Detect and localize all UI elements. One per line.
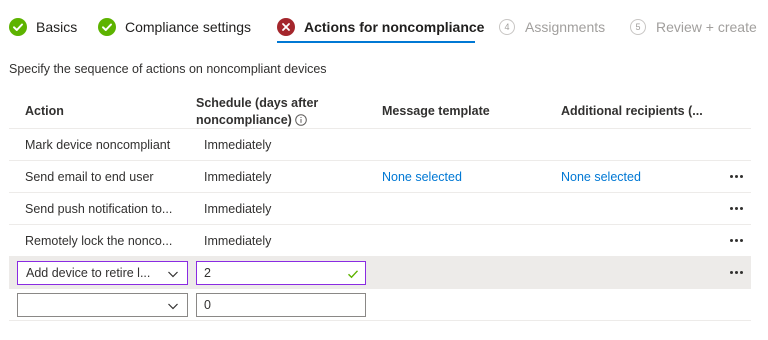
active-step-underline: [277, 41, 475, 43]
schedule-cell: Immediately: [204, 201, 272, 216]
checkmark-icon: [348, 270, 359, 279]
action-dropdown[interactable]: Add device to retire l...: [17, 261, 188, 285]
step-number: 5: [630, 19, 646, 35]
step-basics[interactable]: Basics: [9, 16, 77, 38]
table-row: Remotely lock the nonco... Immediately: [9, 225, 751, 257]
column-header-schedule: Schedule (days after noncompliance): [196, 95, 318, 129]
table-row: Send push notification to... Immediately: [9, 193, 751, 225]
step-assignments[interactable]: 4 Assignments: [499, 16, 605, 38]
schedule-days-input[interactable]: 2: [196, 261, 366, 285]
step-actions-for-noncompliance[interactable]: Actions for noncompliance: [277, 16, 484, 38]
column-header-additional-recipients: Additional recipients (...: [561, 104, 703, 118]
schedule-cell: Immediately: [204, 137, 272, 152]
table-row: Send email to end user Immediately None …: [9, 161, 751, 193]
step-label: Compliance settings: [125, 19, 252, 35]
step-review-create[interactable]: 5 Review + create: [630, 16, 757, 38]
table-row: Mark device noncompliant Immediately: [9, 129, 751, 161]
chevron-down-icon: [168, 303, 178, 310]
more-ellipsis-icon[interactable]: [725, 225, 747, 256]
schedule-days-input[interactable]: 0: [196, 293, 366, 317]
schedule-cell: Immediately: [204, 169, 272, 184]
step-label: Basics: [36, 19, 78, 35]
check-circle-icon: [9, 18, 27, 36]
action-dropdown-value: Add device to retire l...: [26, 266, 151, 280]
page-description: Specify the sequence of actions on nonco…: [9, 62, 327, 76]
step-label: Assignments: [525, 19, 606, 35]
step-label: Actions for noncompliance: [304, 19, 485, 35]
table-row-new: 0: [9, 289, 751, 321]
step-compliance-settings[interactable]: Compliance settings: [98, 16, 251, 38]
column-header-message-template: Message template: [382, 104, 490, 118]
more-ellipsis-icon[interactable]: [725, 161, 747, 192]
error-circle-icon: [277, 18, 295, 36]
step-label: Review + create: [656, 19, 757, 35]
table-row-editing: Add device to retire l... 2: [9, 257, 751, 289]
more-ellipsis-icon[interactable]: [725, 193, 747, 224]
action-dropdown[interactable]: [17, 293, 188, 317]
action-cell: Mark device noncompliant: [25, 137, 171, 152]
schedule-cell: Immediately: [204, 233, 272, 248]
schedule-header-line2: noncompliance): [196, 113, 292, 127]
action-cell: Send push notification to...: [25, 201, 173, 216]
info-icon[interactable]: [295, 114, 307, 126]
message-template-link[interactable]: None selected: [382, 161, 462, 192]
schedule-days-value: 0: [204, 298, 211, 312]
additional-recipients-link[interactable]: None selected: [561, 161, 641, 192]
chevron-down-icon: [168, 271, 178, 278]
step-number: 4: [499, 19, 515, 35]
schedule-days-value: 2: [204, 266, 211, 280]
more-ellipsis-icon[interactable]: [725, 257, 747, 288]
action-cell: Send email to end user: [25, 169, 154, 184]
schedule-header-line1: Schedule (days after: [196, 96, 319, 110]
check-circle-icon: [98, 18, 116, 36]
action-cell: Remotely lock the nonco...: [25, 233, 173, 248]
column-header-action: Action: [25, 104, 64, 118]
